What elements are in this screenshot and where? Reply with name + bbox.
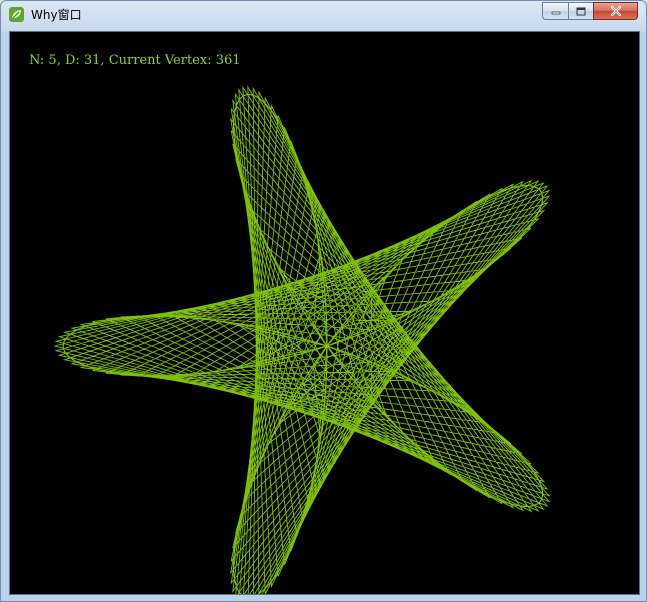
minimize-icon [551, 11, 560, 15]
title-bar[interactable]: Why窗口 [1, 1, 646, 30]
maximize-icon [576, 7, 586, 15]
rose-curve-drawing [53, 85, 551, 594]
close-button[interactable] [593, 2, 638, 20]
close-icon [610, 6, 621, 16]
rose-polyline [53, 85, 551, 594]
drawing-canvas-area[interactable]: N: 5, D: 31, Current Vertex: 361 [9, 31, 640, 595]
leaf-app-icon [9, 7, 24, 22]
window-title: Why窗口 [31, 8, 82, 22]
app-window: Why窗口 N: 5, D: 31, Current Vertex: 361 [0, 0, 647, 602]
maximize-button[interactable] [568, 2, 593, 20]
status-readout: N: 5, D: 31, Current Vertex: 361 [29, 53, 241, 68]
minimize-button[interactable] [542, 2, 568, 20]
caption-buttons [542, 2, 638, 21]
